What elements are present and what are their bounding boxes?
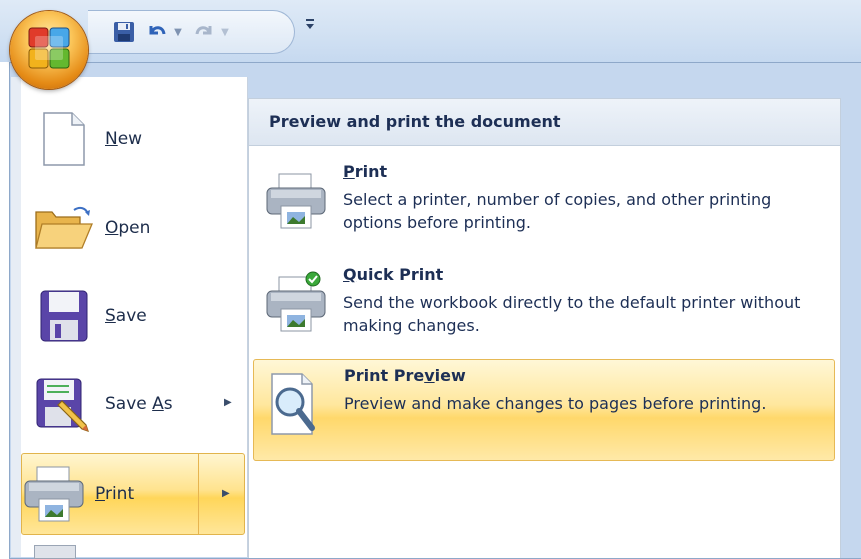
undo-icon [149,26,166,35]
save-as-icon [33,372,95,436]
submenu-item-title: Print [343,162,388,181]
submenu-arrow-icon: ▶ [224,397,232,408]
submenu-header: Preview and print the document [249,99,840,146]
quick-access-toolbar: ▼ ▼ [88,10,295,54]
undo-button[interactable] [144,17,170,47]
submenu-item-title: Quick Print [343,265,444,284]
menu-item-label: Save [105,306,147,326]
undo-dropdown-arrow[interactable]: ▼ [172,17,184,47]
print-preview-icon [271,373,315,435]
menu-stripe [11,77,21,557]
printer-icon [266,173,326,229]
submenu-item-print-preview[interactable]: Print Preview Preview and make changes t… [253,359,835,461]
new-document-icon [33,107,95,171]
print-submenu: Preview and print the document Print Sel… [248,98,841,558]
menu-item-save[interactable]: Save [21,277,247,355]
save-icon [114,22,134,42]
submenu-item-quick-print[interactable]: Quick Print Send the workbook directly t… [253,259,835,355]
quick-print-icon [266,271,326,332]
submenu-item-title: Print Preview [344,366,466,385]
customize-icon [306,19,314,29]
submenu-item-description: Preview and make changes to pages before… [344,394,767,413]
submenu-arrow-icon: ▶ [222,488,230,499]
redo-dropdown-arrow[interactable]: ▼ [219,17,231,47]
submenu-item-print[interactable]: Print Select a printer, number of copies… [253,156,835,252]
menu-item-open[interactable]: Open [21,189,247,267]
menu-item-label: New [105,129,143,149]
save-qat-button[interactable] [110,17,138,47]
menu-item-label: Save As [105,394,173,414]
submenu-item-description: Select a printer, number of copies, and … [343,190,772,232]
menu-item-label: Open [105,218,151,238]
redo-icon [195,26,212,35]
office-button[interactable] [10,11,88,89]
printer-icon [23,462,85,526]
menu-item-label: Print [95,484,135,504]
open-folder-icon [33,196,95,260]
customize-qat-button[interactable] [305,18,315,34]
office-logo-icon [28,27,70,69]
submenu-item-description: Send the workbook directly to the defaul… [343,293,801,335]
menu-item-save-as[interactable]: Save As ▶ [21,365,247,443]
submenu-title: Preview and print the document [269,112,561,131]
split-divider [198,454,199,534]
menu-item-new[interactable]: New [21,100,247,178]
redo-button[interactable] [192,17,216,47]
menu-item-print[interactable]: Print ▶ [21,453,245,535]
save-disk-icon [33,284,95,348]
